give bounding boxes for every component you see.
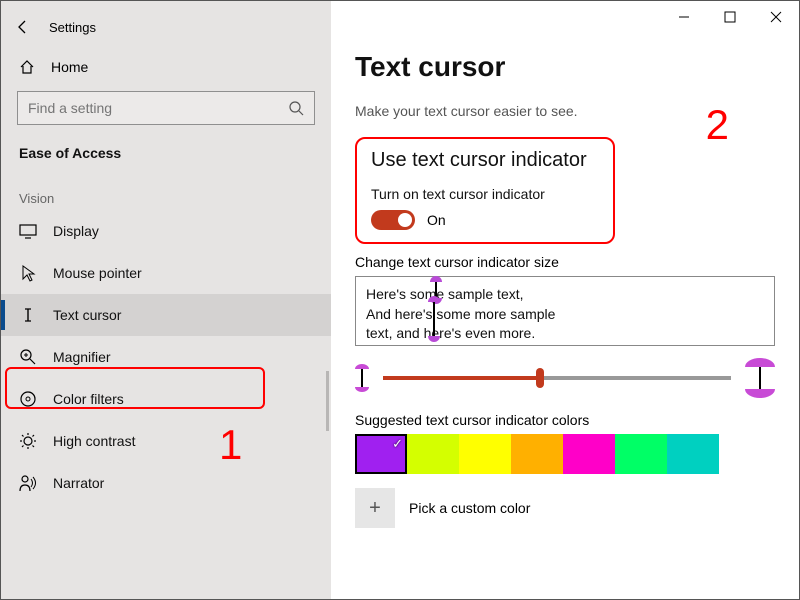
suggested-colors-label: Suggested text cursor indicator colors [355, 412, 775, 428]
color-swatch[interactable] [667, 434, 719, 474]
sidebar-item-high-contrast[interactable]: High contrast [1, 420, 331, 462]
cursor-preview: Here's some sample text, And here's some… [355, 276, 775, 346]
sidebar-item-display[interactable]: Display [1, 210, 331, 252]
window-title: Settings [49, 20, 96, 35]
size-slider-thumb[interactable] [536, 368, 544, 388]
text-cursor-icon [19, 306, 37, 324]
sidebar-item-label: Mouse pointer [53, 265, 142, 281]
home-icon [19, 59, 35, 75]
titlebar-left: Settings [1, 11, 331, 49]
main-content: Text cursor Make your text cursor easier… [331, 1, 799, 599]
section-label: Ease of Access [1, 139, 331, 181]
magnifier-icon [19, 348, 37, 366]
home-label: Home [51, 59, 88, 75]
page-subtitle: Make your text cursor easier to see. [355, 103, 775, 119]
search-icon [288, 100, 304, 116]
sidebar-item-label: Color filters [53, 391, 124, 407]
sidebar-item-text-cursor[interactable]: Text cursor [1, 294, 331, 336]
indicator-toggle[interactable] [371, 210, 415, 230]
color-swatch[interactable] [355, 434, 407, 474]
sidebar-item-narrator[interactable]: Narrator [1, 462, 331, 504]
custom-color-row: + Pick a custom color [355, 488, 775, 528]
indicator-toggle-row: On [371, 210, 599, 230]
sidebar-item-label: Display [53, 223, 99, 239]
sidebar: Settings Home Ease of Access Vision Disp… [1, 1, 331, 599]
settings-window: Settings Home Ease of Access Vision Disp… [0, 0, 800, 600]
page-title: Text cursor [355, 51, 775, 83]
narrator-icon [19, 474, 37, 492]
search-input[interactable] [28, 100, 280, 116]
sidebar-scrollbar[interactable] [326, 371, 329, 431]
size-slider[interactable] [383, 376, 731, 380]
display-icon [19, 222, 37, 240]
indicator-heading: Use text cursor indicator [371, 149, 599, 172]
color-swatch[interactable] [563, 434, 615, 474]
pointer-icon [19, 264, 37, 282]
preview-line: And here's some more sample [366, 305, 764, 325]
color-swatch-row [355, 434, 775, 474]
minimize-button[interactable] [661, 1, 707, 33]
color-filters-icon [19, 390, 37, 408]
custom-color-label: Pick a custom color [409, 500, 530, 516]
color-swatch[interactable] [459, 434, 511, 474]
sidebar-item-mouse-pointer[interactable]: Mouse pointer [1, 252, 331, 294]
maximize-button[interactable] [707, 1, 753, 33]
sidebar-item-color-filters[interactable]: Color filters [1, 378, 331, 420]
sidebar-item-home[interactable]: Home [1, 49, 331, 85]
search-box[interactable] [17, 91, 315, 125]
preview-line: text, and here's even more. [366, 324, 764, 344]
size-min-icon [355, 364, 369, 392]
sidebar-item-magnifier[interactable]: Magnifier [1, 336, 331, 378]
annotation-box-2: Use text cursor indicator Turn on text c… [355, 137, 615, 244]
back-icon[interactable] [15, 19, 31, 35]
preview-line: Here's some sample text, [366, 285, 764, 305]
high-contrast-icon [19, 432, 37, 450]
add-custom-color-button[interactable]: + [355, 488, 395, 528]
indicator-toggle-state: On [427, 212, 446, 228]
size-max-icon [745, 358, 775, 398]
sidebar-item-label: Magnifier [53, 349, 111, 365]
sidebar-item-label: High contrast [53, 433, 135, 449]
close-button[interactable] [753, 1, 799, 33]
size-label: Change text cursor indicator size [355, 254, 775, 270]
indicator-toggle-label: Turn on text cursor indicator [371, 186, 599, 202]
window-controls [661, 1, 799, 33]
sidebar-item-label: Text cursor [53, 307, 121, 323]
sidebar-item-label: Narrator [53, 475, 104, 491]
size-slider-row [355, 358, 775, 398]
group-label: Vision [1, 181, 331, 210]
color-swatch[interactable] [511, 434, 563, 474]
color-swatch[interactable] [615, 434, 667, 474]
color-swatch[interactable] [407, 434, 459, 474]
